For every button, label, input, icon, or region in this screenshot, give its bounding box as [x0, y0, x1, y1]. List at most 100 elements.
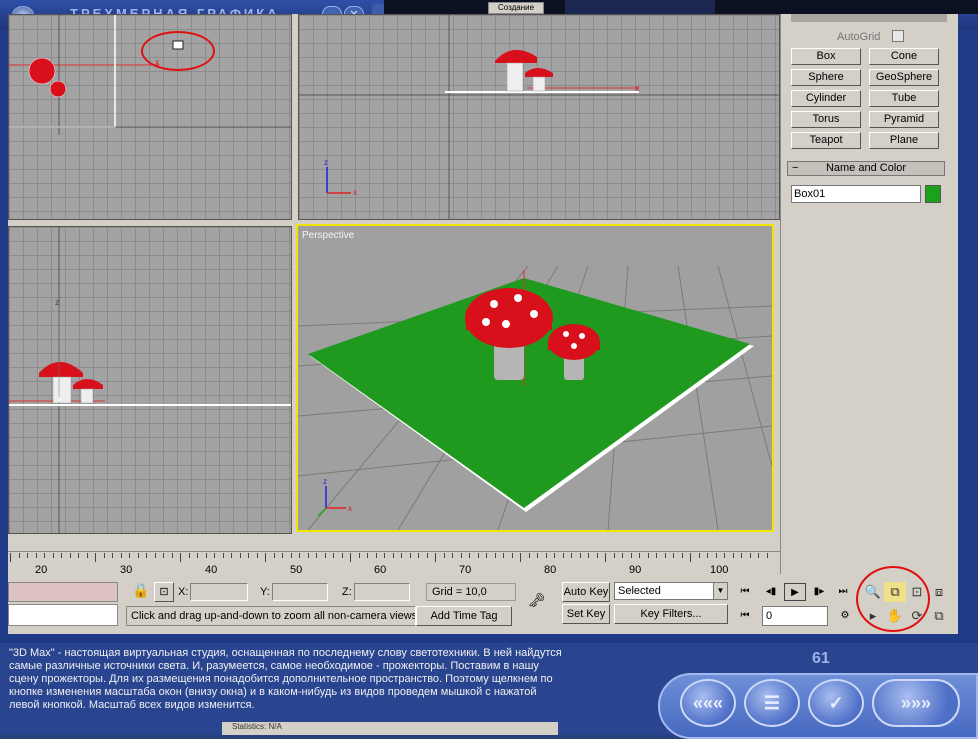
- key-mode-toggle-icon[interactable]: ⏮: [734, 607, 756, 625]
- torus-button[interactable]: Torus: [791, 111, 861, 128]
- viewport-perspective[interactable]: z x Perspective: [296, 224, 774, 532]
- prompt-line: Click and drag up-and-down to zoom all n…: [126, 606, 416, 626]
- sphere-button[interactable]: Sphere: [791, 69, 861, 86]
- x-label: X:: [178, 586, 189, 598]
- background-strip: [565, 0, 715, 14]
- ruler-tick: [27, 553, 28, 558]
- menu-button[interactable]: ☰: [744, 679, 800, 727]
- ruler-number: 40: [205, 564, 218, 576]
- z-field[interactable]: [354, 583, 410, 601]
- ruler-tick: [146, 553, 147, 558]
- ruler-number: 80: [544, 564, 557, 576]
- create-tab-fragment[interactable]: Создание: [488, 2, 544, 14]
- command-panel: AutoGrid Box Cone Sphere GeoSphere Cylin…: [780, 14, 958, 574]
- ruler-tick: [10, 553, 11, 562]
- next-frame-icon[interactable]: ▮▸: [808, 583, 830, 601]
- current-frame-field[interactable]: 0: [762, 606, 828, 626]
- object-color-swatch[interactable]: [925, 185, 941, 203]
- ruler-tick: [656, 553, 657, 558]
- cylinder-button[interactable]: Cylinder: [791, 90, 861, 107]
- ruler-number: 100: [710, 564, 729, 576]
- statistics-strip: Statistics: N/A: [222, 722, 558, 735]
- teapot-button[interactable]: Teapot: [791, 132, 861, 149]
- svg-text:x: x: [348, 504, 352, 513]
- geosphere-button[interactable]: GeoSphere: [869, 69, 939, 86]
- go-to-end-icon[interactable]: ⏭: [832, 583, 854, 601]
- ruler-tick: [460, 553, 462, 558]
- previous-page-button[interactable]: «««: [680, 679, 736, 727]
- ruler-tick: [18, 553, 20, 558]
- ruler-number: 90: [629, 564, 642, 576]
- ruler-number: 30: [120, 564, 133, 576]
- maxscript-listener[interactable]: [8, 582, 118, 602]
- ruler-tick: [664, 553, 666, 558]
- ruler-tick: [86, 553, 88, 558]
- object-name-field[interactable]: Box01: [791, 185, 921, 203]
- ruler-tick: [520, 553, 521, 562]
- autogrid-checkbox[interactable]: [892, 30, 904, 42]
- viewport-left[interactable]: z: [8, 226, 292, 534]
- box-button[interactable]: Box: [791, 48, 861, 65]
- ruler-tick: [273, 553, 275, 558]
- page-number: 61: [812, 650, 830, 667]
- zoom-extents-all-icon[interactable]: ⧈: [928, 582, 950, 602]
- status-panel: 🔒 ⊡ X: Y: Z: Grid = 10,0 Click and drag …: [8, 566, 958, 634]
- ruler-tick: [205, 553, 207, 558]
- ruler-tick: [299, 553, 300, 558]
- ruler-tick: [137, 553, 139, 558]
- maximize-viewport-icon[interactable]: ⧉: [928, 606, 950, 626]
- svg-text:x: x: [635, 83, 640, 93]
- absolute-mode-button[interactable]: ⊡: [154, 582, 174, 602]
- ruler-tick: [154, 553, 156, 558]
- ruler-tick: [265, 553, 266, 562]
- plane-button[interactable]: Plane: [869, 132, 939, 149]
- time-config-icon[interactable]: ⚙: [834, 607, 856, 625]
- ruler-tick: [197, 553, 198, 558]
- set-key-button[interactable]: Set Key: [562, 604, 610, 624]
- key-icon[interactable]: 🗝: [528, 592, 546, 609]
- viewport-top[interactable]: x: [8, 14, 292, 220]
- cone-button[interactable]: Cone: [869, 48, 939, 65]
- tube-button[interactable]: Tube: [869, 90, 939, 107]
- lesson-text: "3D Max" - настоящая виртуальная студия,…: [9, 647, 562, 711]
- ruler-tick: [307, 553, 309, 558]
- add-time-tag-button[interactable]: Add Time Tag: [416, 606, 512, 626]
- ruler-tick: [511, 553, 513, 558]
- ruler-tick: [622, 553, 623, 558]
- ruler-tick: [163, 553, 164, 558]
- key-filters-button[interactable]: Key Filters...: [614, 604, 728, 624]
- time-ruler[interactable]: 20 30 40 50 60 70 80 90 100: [8, 551, 780, 578]
- svg-text:z: z: [324, 158, 328, 167]
- ruler-tick: [707, 553, 708, 558]
- ruler-tick: [44, 553, 45, 558]
- ruler-tick: [112, 553, 113, 558]
- viewport-front[interactable]: x z x: [298, 14, 780, 220]
- ruler-tick: [605, 553, 606, 562]
- check-button[interactable]: ✓: [808, 679, 864, 727]
- maxscript-output[interactable]: [8, 604, 118, 626]
- ruler-tick: [222, 553, 224, 558]
- chevron-down-icon: ▼: [713, 583, 727, 599]
- ruler-tick: [562, 553, 564, 558]
- ruler-tick: [103, 553, 105, 558]
- key-mode-select[interactable]: Selected ▼: [614, 582, 728, 600]
- ruler-tick: [681, 553, 683, 558]
- previous-frame-icon[interactable]: ◂▮: [760, 583, 782, 601]
- ruler-tick: [571, 553, 572, 558]
- lock-icon[interactable]: 🔒: [132, 582, 149, 599]
- ruler-tick: [341, 553, 343, 558]
- name-and-color-rollout[interactable]: − Name and Color: [787, 161, 945, 176]
- ruler-tick: [766, 553, 768, 558]
- ruler-tick: [741, 553, 742, 558]
- ruler-number: 20: [35, 564, 48, 576]
- ruler-tick: [690, 553, 691, 562]
- y-field[interactable]: [272, 583, 328, 601]
- ruler-number: 70: [459, 564, 472, 576]
- next-page-button[interactable]: »»»: [872, 679, 960, 727]
- auto-key-button[interactable]: Auto Key: [562, 582, 610, 602]
- pyramid-button[interactable]: Pyramid: [869, 111, 939, 128]
- ruler-tick: [613, 553, 615, 558]
- play-icon[interactable]: ▶: [784, 583, 806, 601]
- x-field[interactable]: [190, 583, 248, 601]
- go-to-start-icon[interactable]: ⏮: [734, 583, 756, 601]
